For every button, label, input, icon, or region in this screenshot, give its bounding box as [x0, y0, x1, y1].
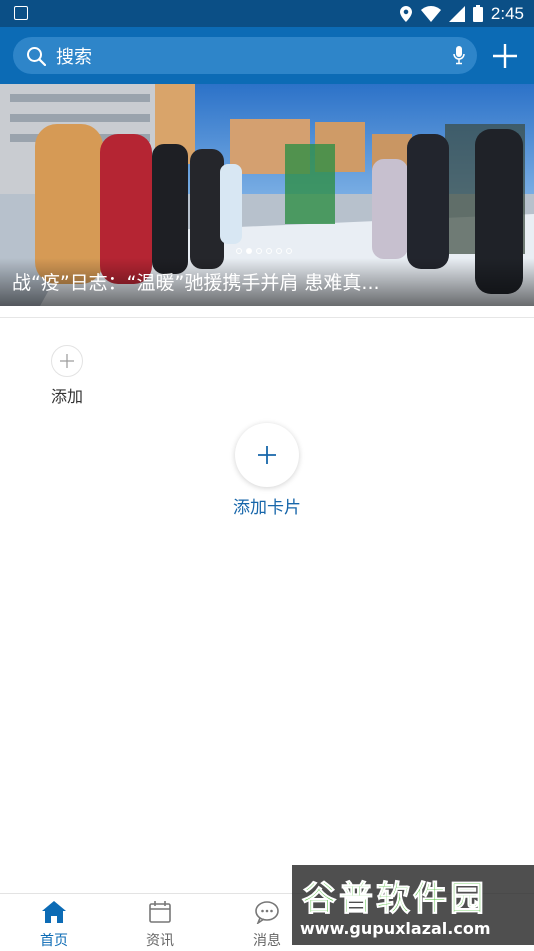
- watermark-url: www.gupuxlazal.com: [300, 919, 491, 938]
- add-card-label: 添加卡片: [233, 498, 301, 518]
- carousel-dot[interactable]: [256, 248, 262, 254]
- nav-item-messages[interactable]: 消息: [237, 900, 297, 950]
- clock: 2:45: [490, 3, 524, 23]
- add-shortcut-button[interactable]: 添加: [48, 345, 86, 407]
- notification-icon: [14, 6, 28, 20]
- banner-caption[interactable]: 战“疫”日志：“温暖”驰援携手并肩 患难真...: [0, 258, 534, 306]
- battery-icon: [472, 5, 483, 22]
- calendar-icon: [149, 901, 171, 923]
- search-bar[interactable]: 搜索: [13, 37, 477, 74]
- carousel-dot[interactable]: [276, 248, 282, 254]
- signal-icon: [448, 5, 465, 22]
- watermark-name: 谷普软件园: [302, 879, 487, 920]
- microphone-icon[interactable]: [453, 46, 465, 65]
- status-bar: 2:45: [0, 0, 534, 27]
- chat-bubble-icon: [255, 901, 279, 926]
- nav-item-home[interactable]: 首页: [24, 900, 84, 950]
- plus-icon: [258, 446, 276, 464]
- carousel-dot[interactable]: [286, 248, 292, 254]
- news-banner[interactable]: 战“疫”日志：“温暖”驰援携手并肩 患难真...: [0, 84, 534, 306]
- wifi-icon: [420, 5, 441, 22]
- top-header: 搜索: [0, 27, 534, 84]
- location-icon: [399, 5, 412, 22]
- add-card-circle: [235, 423, 299, 487]
- nav-label-home: 首页: [40, 933, 68, 949]
- add-shortcut-label: 添加: [50, 387, 83, 406]
- search-icon: [27, 46, 46, 66]
- carousel-indicator[interactable]: [236, 248, 292, 254]
- carousel-dot[interactable]: [236, 248, 242, 254]
- add-icon[interactable]: [492, 43, 518, 69]
- site-watermark: 谷普软件园 www.gupuxlazal.com: [292, 865, 534, 945]
- carousel-dot-active[interactable]: [246, 248, 252, 254]
- section-divider: [0, 317, 534, 318]
- status-icons: 2:45: [399, 3, 524, 24]
- nav-label-news: 资讯: [146, 933, 174, 949]
- nav-label-messages: 消息: [253, 933, 281, 949]
- search-placeholder: 搜索: [56, 46, 92, 68]
- nav-item-news[interactable]: 资讯: [130, 900, 190, 950]
- add-shortcut-circle: [51, 345, 83, 377]
- home-icon: [42, 901, 66, 923]
- carousel-dot[interactable]: [266, 248, 272, 254]
- add-card-button[interactable]: 添加卡片: [232, 423, 302, 518]
- plus-icon: [60, 354, 74, 368]
